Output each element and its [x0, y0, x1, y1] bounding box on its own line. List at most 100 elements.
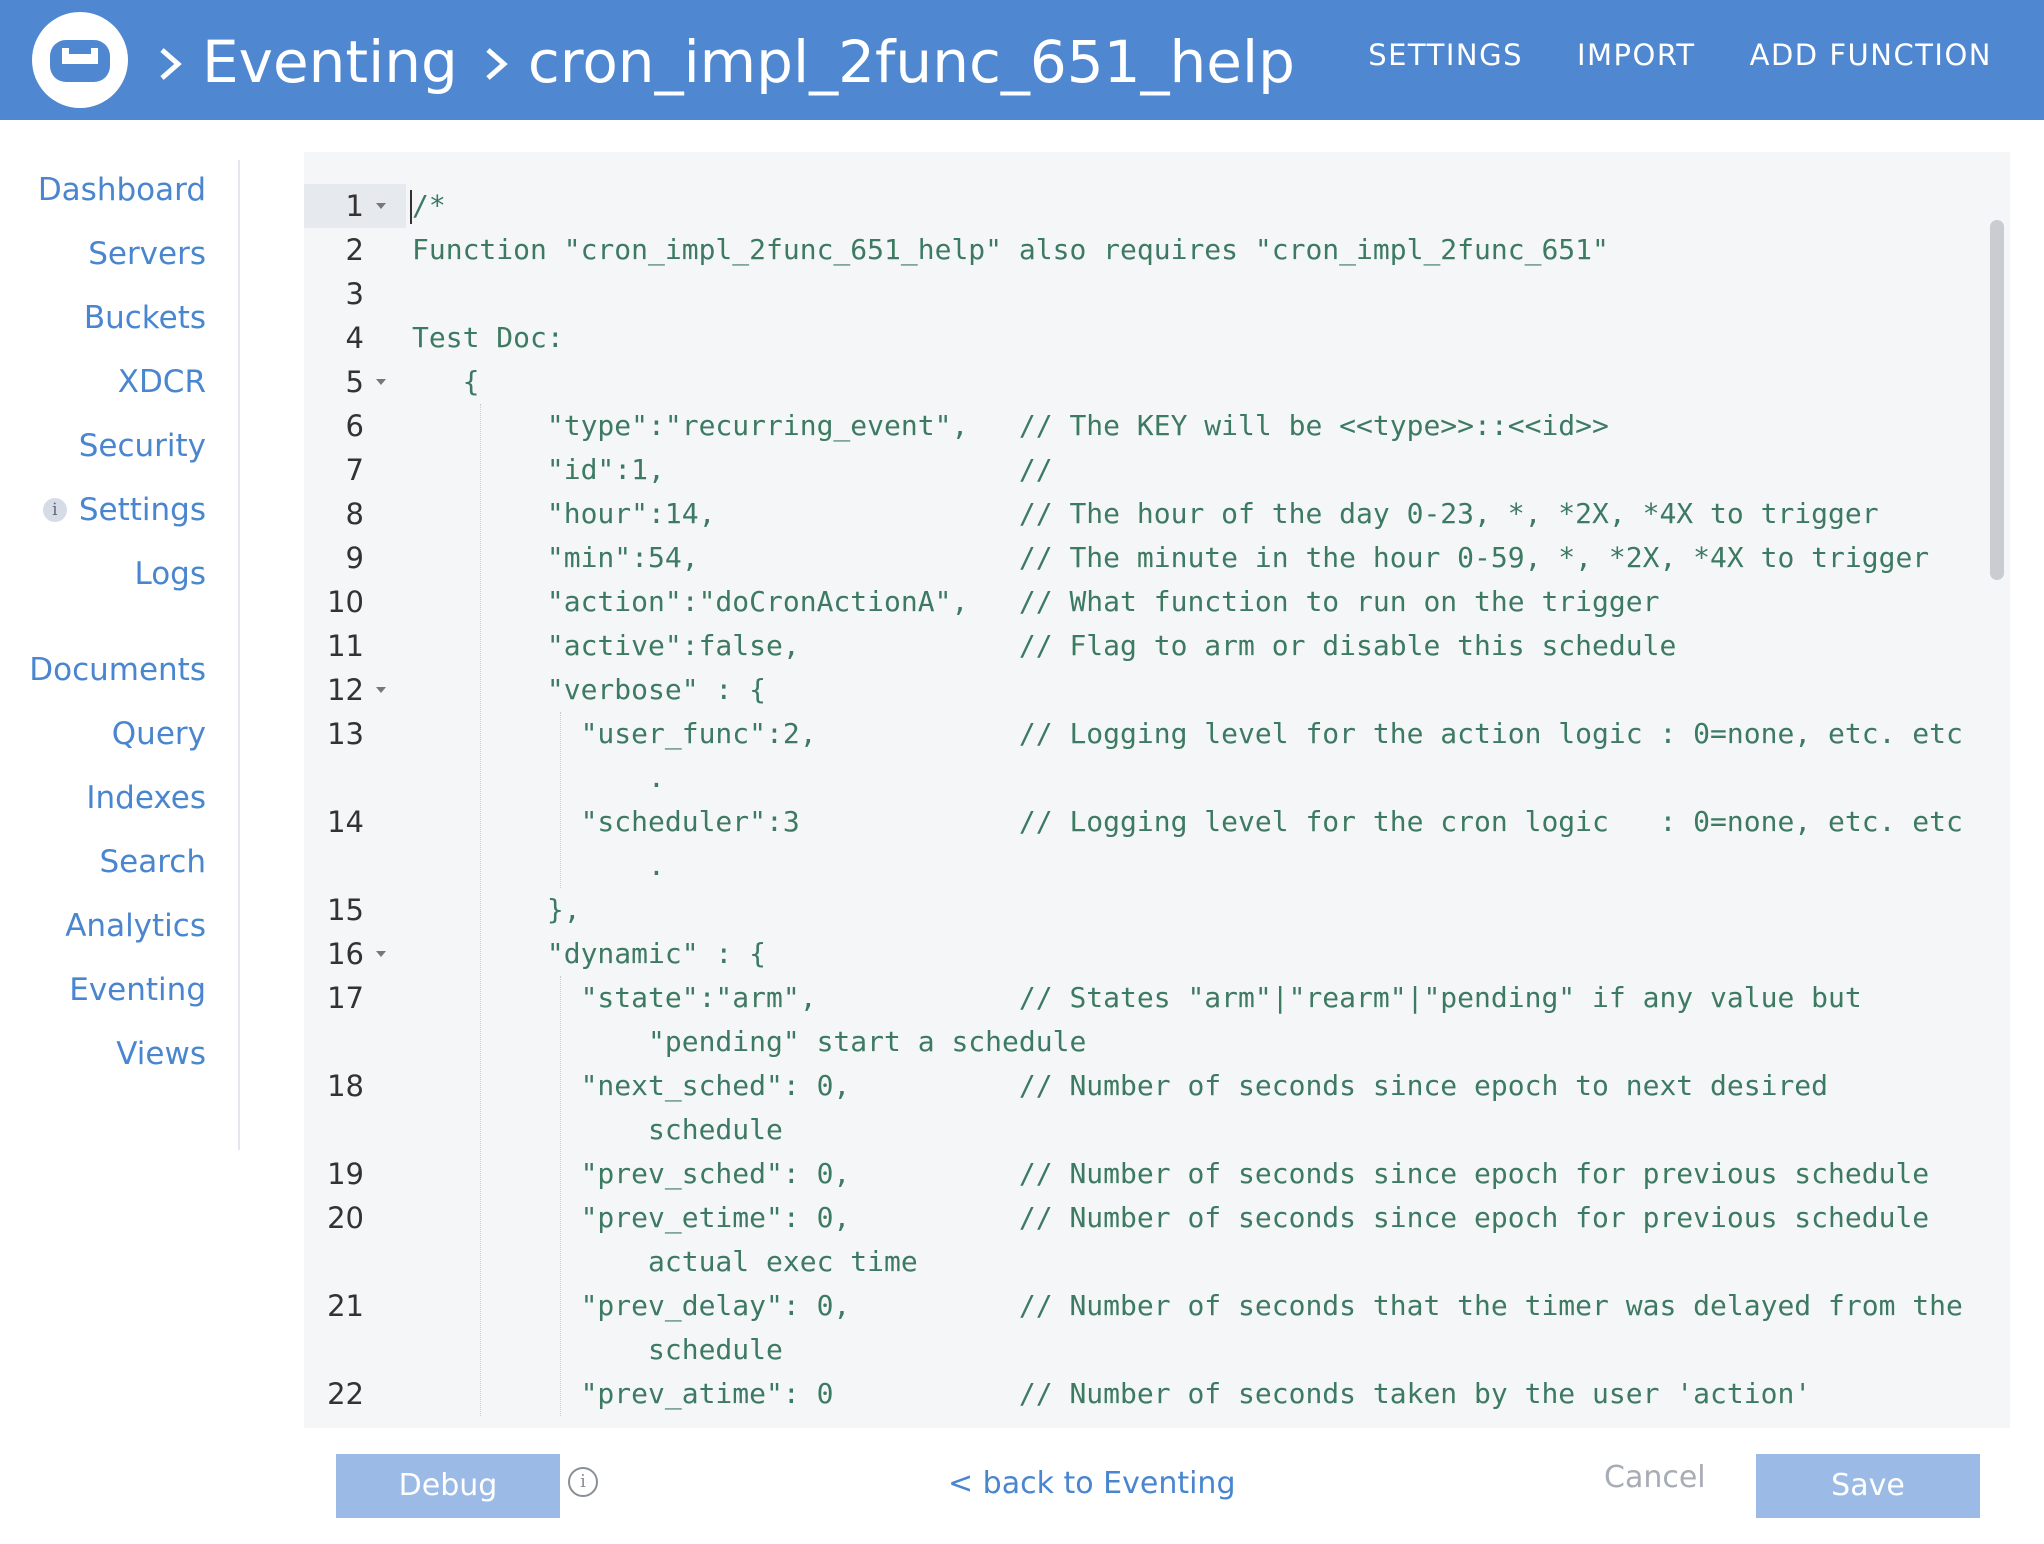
- code-line: "next_sched": 0, // Number of seconds si…: [412, 1069, 1829, 1102]
- code-area[interactable]: /* Function "cron_impl_2func_651_help" al…: [412, 182, 1982, 1428]
- code-line: "action":"doCronActionA", // What functi…: [412, 585, 1660, 618]
- sidebar-item-eventing[interactable]: Eventing: [69, 972, 206, 1008]
- breadcrumb-function-name: cron_impl_2func_651_help: [527, 28, 1295, 96]
- import-link[interactable]: IMPORT: [1577, 38, 1696, 72]
- sidebar-item-documents[interactable]: Documents: [29, 652, 206, 688]
- code-line: "min":54, // The minute in the hour 0-59…: [412, 541, 1930, 574]
- fold-arrow-icon[interactable]: [376, 379, 386, 385]
- add-function-link[interactable]: ADD FUNCTION: [1750, 38, 1992, 72]
- breadcrumb-eventing[interactable]: Eventing: [202, 28, 458, 96]
- line-number: 14: [327, 805, 364, 839]
- code-line: "prev_sched": 0, // Number of seconds si…: [412, 1157, 1930, 1190]
- sidebar-item-security[interactable]: Security: [79, 428, 206, 464]
- line-number: 15: [327, 893, 364, 927]
- code-line: "prev_atime": 0 // Number of seconds tak…: [412, 1377, 1812, 1410]
- code-line: "scheduler":3 // Logging level for the c…: [412, 805, 1963, 838]
- line-number: 8: [345, 497, 364, 531]
- indent-guide: [480, 404, 481, 1416]
- breadcrumb: Eventing cron_impl_2func_651_help: [150, 22, 1313, 102]
- code-line: schedule: [412, 1333, 783, 1366]
- line-number: [304, 1240, 406, 1284]
- sidebar-item-servers[interactable]: Servers: [88, 236, 206, 272]
- chevron-right-icon: [150, 32, 194, 92]
- line-number: 7: [345, 453, 364, 487]
- line-number: 22: [327, 1377, 364, 1411]
- sidebar: Dashboard Servers Buckets XDCR Security …: [0, 160, 240, 1150]
- line-number-gutter: 1 2 3 4 5 6 7 8 9 10 11 12 13 14 15 16 17 18 19 20 21 22: [304, 182, 406, 1428]
- code-editor[interactable]: 1 2 3 4 5 6 7 8 9 10 11 12 13 14 15 16 17 18 19 20 21 22 /* Fu…: [304, 152, 2010, 1428]
- code-line: actual exec time: [412, 1245, 918, 1278]
- sidebar-item-buckets[interactable]: Buckets: [84, 300, 206, 336]
- code-line: "user_func":2, // Logging level for the …: [412, 717, 1963, 750]
- sidebar-item-dashboard[interactable]: Dashboard: [38, 172, 206, 208]
- code-line: .: [412, 849, 665, 882]
- code-line: Function "cron_impl_2func_651_help" also…: [412, 233, 1609, 266]
- info-icon[interactable]: i: [568, 1467, 598, 1497]
- chevron-right-icon: [476, 32, 520, 92]
- couchbase-logo-icon[interactable]: [32, 12, 128, 108]
- code-line: {: [412, 365, 480, 398]
- code-line: "dynamic" : {: [412, 937, 767, 970]
- code-line: Test Doc:: [412, 321, 564, 354]
- code-line: "type":"recurring_event", // The KEY wil…: [412, 409, 1609, 442]
- code-line: "prev_delay": 0, // Number of seconds th…: [412, 1289, 1963, 1322]
- sidebar-item-logs[interactable]: Logs: [134, 556, 206, 592]
- line-number: 3: [345, 277, 364, 311]
- sidebar-item-query[interactable]: Query: [112, 716, 206, 752]
- code-line: "prev_etime": 0, // Number of seconds si…: [412, 1201, 1930, 1234]
- line-number: 19: [327, 1157, 364, 1191]
- code-line: "id":1, //: [412, 453, 1053, 486]
- line-number: 6: [345, 409, 364, 443]
- code-line: "pending" start a schedule: [412, 1025, 1087, 1058]
- code-line: "hour":14, // The hour of the day 0-23, …: [412, 497, 1879, 530]
- line-number: 21: [327, 1289, 364, 1323]
- code-line: .: [412, 761, 665, 794]
- line-number: 18: [327, 1069, 364, 1103]
- line-number: 5: [345, 365, 364, 399]
- sidebar-item-views[interactable]: Views: [116, 1036, 206, 1072]
- sidebar-item-indexes[interactable]: Indexes: [86, 780, 206, 816]
- line-number: 11: [327, 629, 364, 663]
- code-line: "state":"arm", // States "arm"|"rearm"|"…: [412, 981, 1862, 1014]
- code-line: /*: [412, 189, 446, 222]
- indent-guide: [560, 976, 561, 1416]
- sidebar-item-search[interactable]: Search: [99, 844, 206, 880]
- line-number: 20: [327, 1201, 364, 1235]
- sidebar-item-analytics[interactable]: Analytics: [65, 908, 206, 944]
- sidebar-item-settings[interactable]: i Settings: [42, 492, 206, 528]
- indent-guide: [560, 712, 561, 888]
- line-number: [304, 1328, 406, 1372]
- scrollbar-thumb[interactable]: [1990, 220, 2004, 580]
- code-line: schedule: [412, 1113, 783, 1146]
- line-number: 9: [345, 541, 364, 575]
- line-number: 16: [327, 937, 364, 971]
- settings-link[interactable]: SETTINGS: [1368, 38, 1523, 72]
- fold-arrow-icon[interactable]: [376, 203, 386, 209]
- fold-arrow-icon[interactable]: [376, 951, 386, 957]
- sidebar-item-xdcr[interactable]: XDCR: [118, 364, 206, 400]
- save-button[interactable]: Save: [1756, 1454, 1980, 1518]
- debug-button[interactable]: Debug: [336, 1454, 560, 1518]
- line-number: 10: [327, 585, 364, 619]
- cancel-button[interactable]: Cancel: [1604, 1460, 1706, 1495]
- code-line: "active":false, // Flag to arm or disabl…: [412, 629, 1677, 662]
- info-icon: i: [42, 498, 67, 522]
- sidebar-item-label: Settings: [78, 492, 206, 528]
- line-number: [304, 756, 406, 800]
- editor-scrollbar[interactable]: [1984, 182, 2010, 1428]
- top-nav: SETTINGS IMPORT ADD FUNCTION: [1368, 38, 1992, 72]
- code-line: },: [412, 893, 581, 926]
- line-number: 2: [345, 233, 364, 267]
- back-to-eventing-link[interactable]: < back to Eventing: [948, 1466, 1236, 1501]
- line-number: 1: [345, 189, 364, 223]
- line-number: 4: [345, 321, 364, 355]
- line-number: [304, 1020, 406, 1064]
- line-number: [304, 844, 406, 888]
- text-cursor: [410, 190, 412, 224]
- fold-arrow-icon[interactable]: [376, 687, 386, 693]
- line-number: 17: [327, 981, 364, 1015]
- line-number: 12: [327, 673, 364, 707]
- line-number: 13: [327, 717, 364, 751]
- code-line: "verbose" : {: [412, 673, 767, 706]
- line-number: [304, 1108, 406, 1152]
